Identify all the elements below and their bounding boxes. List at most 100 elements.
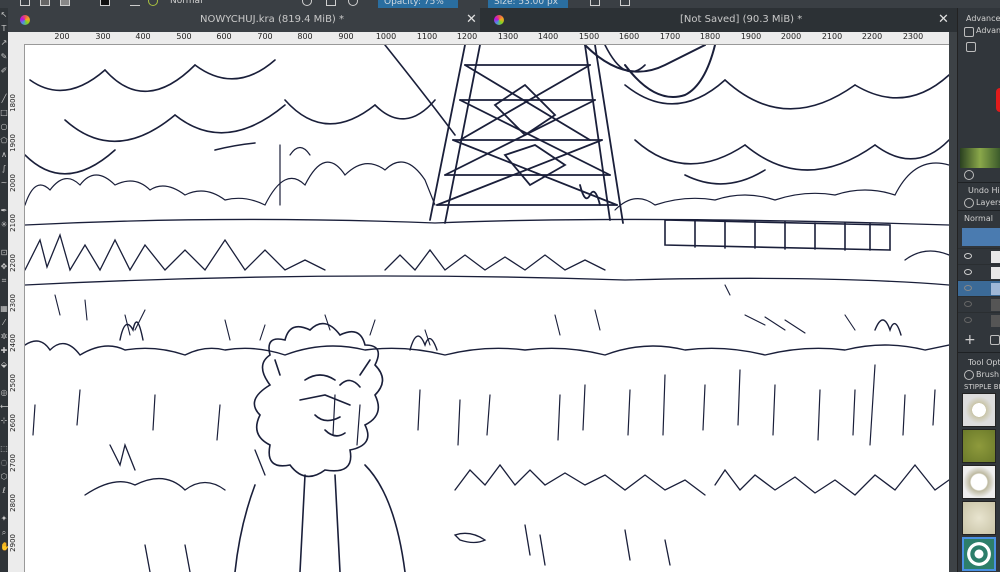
ruler-label: 2600	[9, 414, 17, 432]
reference-tool-icon[interactable]: ⊹	[0, 416, 8, 426]
gradient-icon[interactable]	[60, 0, 70, 6]
polygon-tool-icon[interactable]: ⬠	[0, 136, 8, 146]
magic-wand-icon[interactable]: ✦	[0, 514, 8, 524]
brush-presets-tab[interactable]: Brush Pr	[976, 370, 1000, 379]
measure-tool-icon[interactable]: ⟷	[0, 402, 11, 412]
canvas-vertical-scrollbar[interactable]	[949, 32, 957, 572]
gradient-tool-icon[interactable]: ▦	[0, 304, 8, 314]
tab-not-saved[interactable]: [Not Saved] (90.3 MiB) * ✕	[488, 8, 957, 32]
rectangle-tool-icon[interactable]: □	[0, 108, 8, 118]
smart-patch-icon[interactable]: ✚	[0, 346, 8, 356]
ruler-label: 1700	[659, 32, 681, 41]
size-slider[interactable]: Size: 53.00 px	[488, 0, 568, 8]
drawing-canvas[interactable]	[25, 45, 949, 572]
ruler-label: 1300	[497, 32, 519, 41]
layer-opacity-bar[interactable]	[962, 228, 1000, 246]
multibrush-icon[interactable]: ✳	[0, 220, 8, 230]
tab-close-button[interactable]: ✕	[466, 8, 477, 32]
color-patch[interactable]	[960, 148, 1000, 168]
brush-tag-select[interactable]: STIPPLE BEA	[964, 383, 1000, 391]
move-tool-icon[interactable]: ✥	[0, 262, 8, 272]
blend-mode-select[interactable]: Normal	[170, 0, 203, 8]
alpha-lock-icon[interactable]	[326, 0, 336, 6]
power-lines	[584, 45, 716, 98]
lock-docker-icon[interactable]	[964, 370, 974, 380]
tab-nowychuj[interactable]: NOWYCHUJ.kra (819.4 MiB) * ✕	[8, 8, 480, 32]
lock-docker-icon[interactable]	[964, 198, 974, 208]
brush-preset-3[interactable]	[962, 465, 996, 499]
ruler-label: 1100	[416, 32, 438, 41]
ruler-label: 2000	[780, 32, 802, 41]
horizontal-ruler: 200 300 400 500 600 700 800 900 1000 110…	[8, 32, 949, 45]
fill-tool-icon[interactable]: ⬙	[0, 360, 8, 370]
opacity-slider[interactable]: Opacity: 75%	[378, 0, 458, 8]
undo-history-tab[interactable]: Undo Hist	[968, 186, 1000, 195]
freehand-select-icon[interactable]: ℓ	[0, 486, 8, 496]
menu-icon[interactable]	[130, 0, 140, 6]
eye-icon[interactable]	[964, 253, 972, 259]
eraser-icon[interactable]	[302, 0, 312, 6]
layers-tab[interactable]: Layers	[976, 198, 1000, 207]
duplicate-layer-icon[interactable]	[990, 335, 1000, 345]
eye-icon[interactable]	[964, 269, 972, 275]
tab-close-button[interactable]: ✕	[938, 8, 949, 32]
advanced-color-selector-tab[interactable]: Advanced	[966, 14, 1000, 23]
foreground-grass	[84, 442, 949, 572]
layer-row[interactable]	[958, 296, 1000, 313]
layer-row[interactable]	[958, 312, 1000, 329]
eye-icon[interactable]	[964, 301, 972, 307]
transform-tool-icon[interactable]: ⊡	[0, 248, 8, 258]
calligraphy-icon[interactable]: ✎	[0, 52, 8, 62]
brush-preset-selected[interactable]	[962, 537, 996, 571]
polyline-tool-icon[interactable]: ∧	[0, 150, 8, 160]
dynamic-brush-icon[interactable]: ✒	[0, 206, 8, 216]
dock-separator	[958, 210, 1000, 211]
layer-row[interactable]	[958, 248, 1000, 265]
dock-float-icon[interactable]	[964, 27, 974, 37]
mirror-icon[interactable]	[590, 0, 600, 6]
top-toolbar: Normal Opacity: 75% Size: 53.00 px	[0, 0, 1000, 8]
brush-preset-1[interactable]	[962, 393, 996, 427]
color-swatch-icon[interactable]	[100, 0, 110, 6]
brush-preset-4[interactable]	[962, 501, 996, 535]
assistant-tool-icon[interactable]: ◎	[0, 388, 8, 398]
ellipse-tool-icon[interactable]: ○	[0, 122, 8, 132]
color-picker-icon[interactable]: ⁄	[0, 318, 8, 328]
bezier-tool-icon[interactable]: ∫	[0, 164, 8, 174]
ruler-label: 2400	[9, 334, 17, 352]
brush-preset-2[interactable]	[962, 429, 996, 463]
tool-options-tab[interactable]: Tool Optio	[968, 358, 1000, 367]
colorize-mask-icon[interactable]: ✲	[0, 332, 8, 342]
lion-character	[234, 322, 406, 572]
ellipse-select-icon[interactable]: ◌	[0, 458, 8, 468]
hue-ring[interactable]	[996, 88, 1000, 112]
color-settings-icon[interactable]	[966, 42, 976, 52]
ruler-label: 200	[54, 32, 70, 41]
new-document-icon[interactable]	[20, 0, 30, 6]
wrap-icon[interactable]	[620, 0, 630, 6]
reload-icon[interactable]	[348, 0, 358, 6]
toolbox: ↖ T ↗ ✎ ✐ ╱ □ ○ ⬠ ∧ ∫ ~ ✒ ✳ ⊡ ✥ ⌗ ▦ ⁄ ✲ …	[0, 8, 11, 572]
polygon-select-icon[interactable]: ⬡	[0, 472, 8, 482]
layer-row[interactable]	[958, 264, 1000, 281]
add-layer-icon[interactable]: +	[964, 332, 976, 348]
pattern-icon[interactable]	[40, 0, 50, 6]
text-tool-icon[interactable]: T	[0, 24, 8, 34]
line-tool-icon[interactable]: ╱	[0, 94, 8, 104]
zoom-tool-icon[interactable]: ⌕	[0, 528, 8, 538]
eye-icon[interactable]	[964, 285, 972, 291]
freehand-path-icon[interactable]: ~	[0, 178, 8, 188]
pan-tool-icon[interactable]: ✋	[0, 542, 10, 552]
tab-title: NOWYCHUJ.kra (819.4 MiB) *	[200, 14, 345, 25]
edit-shapes-icon[interactable]: ↗	[0, 38, 8, 48]
rect-select-icon[interactable]: ⬚	[0, 444, 8, 454]
freehand-brush-icon[interactable]: ✐	[0, 66, 8, 76]
brush-preset-icon[interactable]	[148, 0, 158, 6]
select-shapes-icon[interactable]: ↖	[0, 10, 8, 20]
refresh-icon[interactable]	[964, 170, 974, 180]
advanced-color-selector-title: Advanced	[976, 26, 1000, 35]
eye-icon[interactable]	[964, 317, 972, 323]
crop-tool-icon[interactable]: ⌗	[0, 276, 8, 286]
layer-row-active[interactable]	[958, 280, 1000, 297]
layer-blend-select[interactable]: Normal	[964, 214, 993, 223]
